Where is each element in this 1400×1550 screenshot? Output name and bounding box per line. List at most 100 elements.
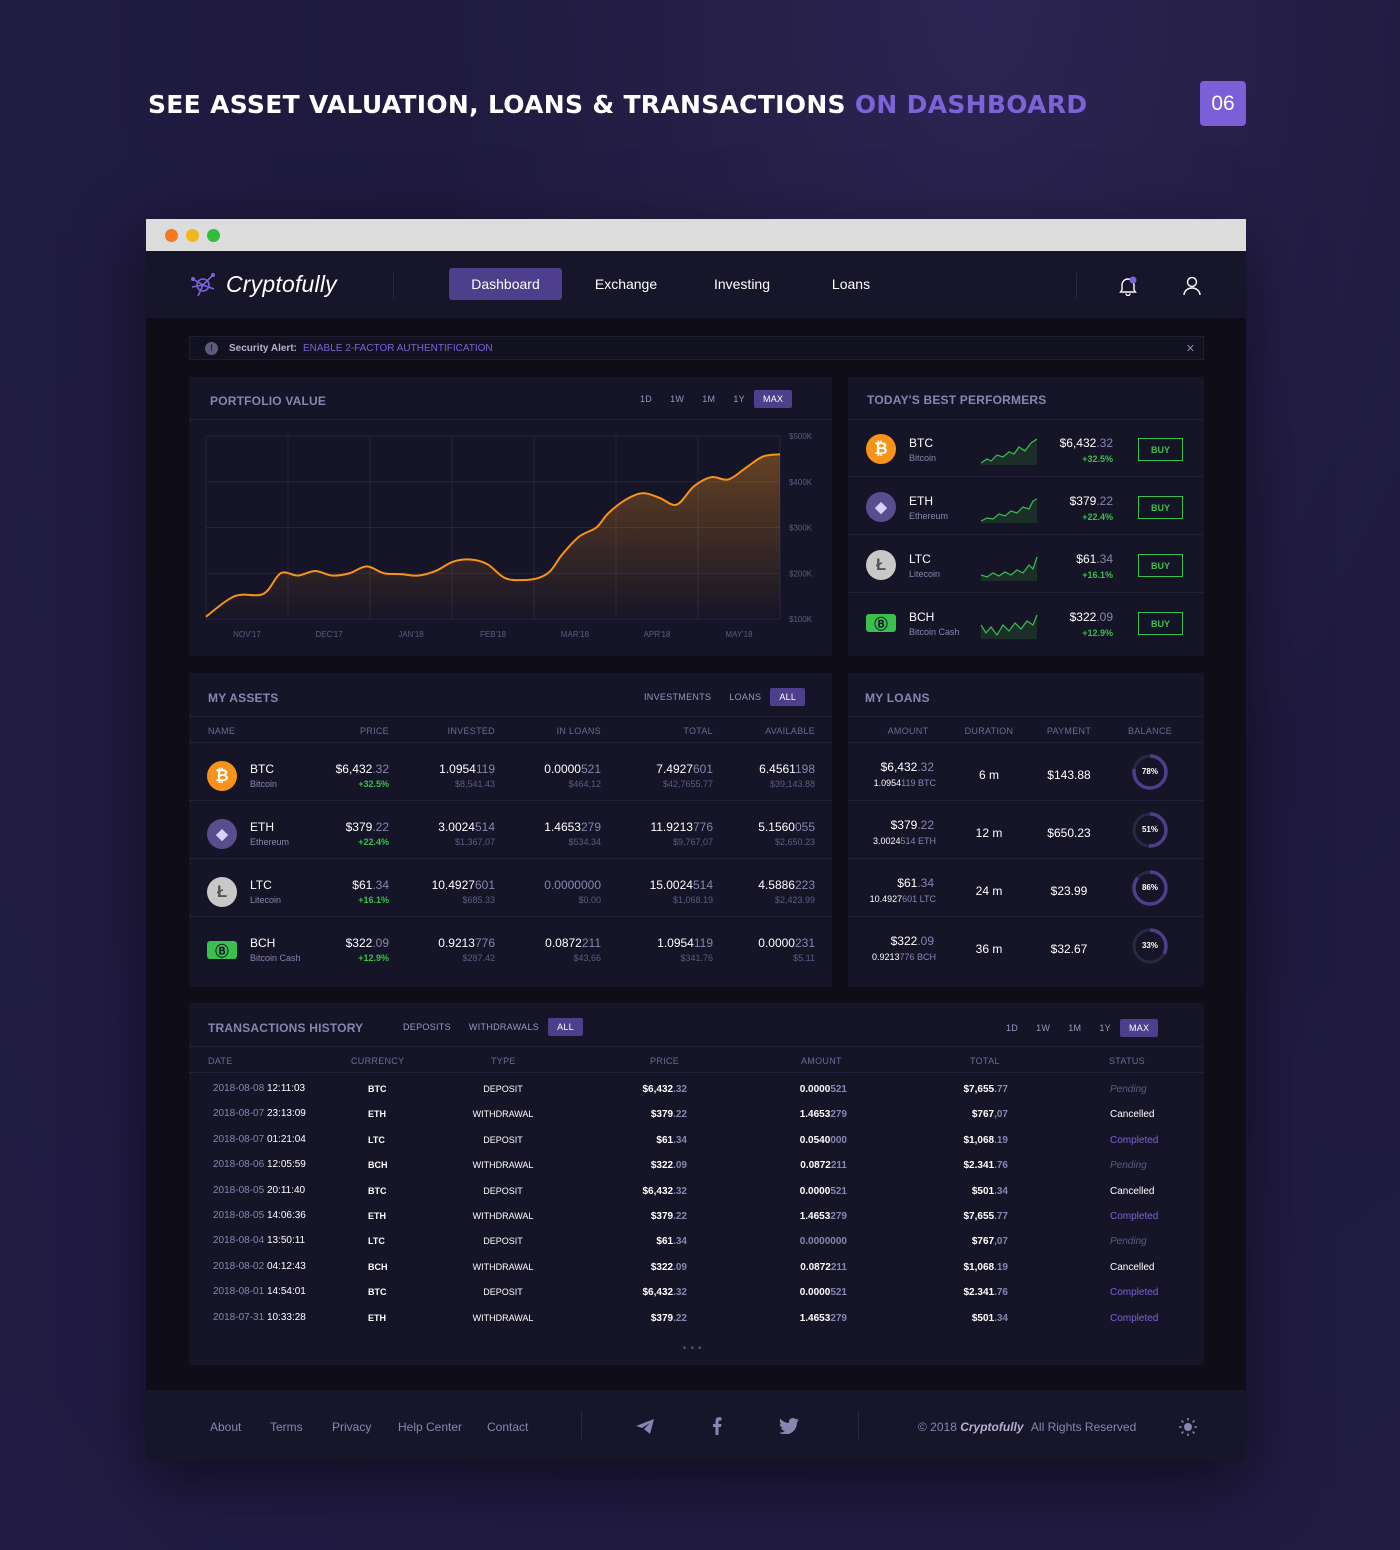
transaction-row[interactable]: 2018-08-05 14:06:36 ETH WITHDRAWAL $379.22 1… [189, 1210, 1204, 1235]
tx-date: 2018-08-07 23:13:09 [213, 1108, 306, 1119]
asset-name: Ethereum [250, 837, 290, 847]
loan-row[interactable]: $322.09 0.9213776 BCH 36 m $32.67 33% [848, 917, 1204, 975]
value-main: 4.5886 [758, 878, 795, 892]
footer-link-help-center[interactable]: Help Center [398, 1420, 462, 1434]
asset-price-sub: +22.4% [358, 837, 389, 847]
transaction-range-tabs: 1D 1W 1M 1Y MAX [997, 1019, 1159, 1037]
tx-type: WITHDRAWAL [472, 1312, 534, 1323]
tx-type-tab-all[interactable]: ALL [548, 1018, 583, 1036]
transaction-row[interactable]: 2018-08-02 04:12:43 BCH WITHDRAWAL $322.09 0… [189, 1261, 1204, 1286]
transaction-row[interactable]: 2018-08-05 20:11:40 BTC DEPOSIT $6,432.32 0.… [189, 1185, 1204, 1210]
tx-type-tab-deposits[interactable]: DEPOSITS [394, 1018, 460, 1036]
assets-tab-all[interactable]: ALL [770, 688, 806, 706]
assets-tab-loans[interactable]: LOANS [720, 688, 770, 706]
asset-row[interactable]: Ł LTC Litecoin $61.34 +16.1% 10.4927601 $685.3… [189, 859, 832, 917]
tx-total: $501.34 [972, 1186, 1008, 1197]
minimize-dot[interactable] [186, 228, 199, 242]
value-decimals: .34 [1096, 552, 1113, 566]
value-main: 0.0872 [545, 936, 582, 950]
tx-amount: 0.0540000 [800, 1135, 847, 1146]
tx-type-tab-withdrawals[interactable]: WITHDRAWALS [460, 1018, 548, 1036]
value-decimals: 279 [830, 1312, 847, 1324]
buy-ltc-button[interactable]: BUY [1138, 554, 1183, 577]
loan-crypto-amount: 0.9213776 BCH [872, 952, 936, 962]
asset-row[interactable]: ◆ ETH Ethereum $379.22 +22.4% 3.0024514 $1,367… [189, 801, 832, 859]
tx-status: Cancelled [1110, 1185, 1155, 1197]
asset-invested-sub: $1,367,07 [454, 837, 495, 847]
value-main: 0.0000 [799, 1287, 831, 1299]
tx-range-tab-1y[interactable]: 1Y [1090, 1019, 1120, 1037]
footer-link-about[interactable]: About [210, 1420, 241, 1434]
value-main: 0.0000 [544, 762, 581, 776]
portfolio-range-1y[interactable]: 1Y [724, 390, 754, 408]
portfolio-range-max[interactable]: MAX [753, 390, 793, 408]
buy-btc-button[interactable]: BUY [1138, 438, 1183, 461]
assets-tab-investments[interactable]: INVESTMENTS [635, 688, 720, 706]
buy-eth-button[interactable]: BUY [1138, 496, 1183, 519]
telegram-icon[interactable] [635, 1418, 655, 1435]
loan-row[interactable]: $6,432.32 1.0954119 BTC 6 m $143.88 78% [848, 743, 1204, 801]
loan-row[interactable]: $61.34 10.4927601 LTC 24 m $23.99 86% [848, 859, 1204, 917]
value-decimals: 521 [830, 1185, 847, 1197]
theme-toggle-sun-icon[interactable] [1179, 1418, 1197, 1436]
asset-loans-value: 1.4653279 [544, 820, 601, 834]
value-decimals: .32 [673, 1287, 687, 1299]
nav-investing[interactable]: Investing [692, 268, 792, 300]
loan-row[interactable]: $379.22 3.0024514 ETH 12 m $650.23 51% [848, 801, 1204, 859]
value-main: $322 [650, 1160, 674, 1172]
asset-name: Bitcoin Cash [250, 953, 301, 963]
enable-2fa-link[interactable]: ENABLE 2-FACTOR AUTHENTIFICATION [303, 343, 493, 354]
alert-close-icon[interactable]: ✕ [1186, 342, 1195, 355]
nav-loans[interactable]: Loans [801, 268, 901, 300]
transactions-panel: TRANSACTIONS HISTORY DEPOSITS WITHDRAWALS… [189, 1003, 1204, 1365]
asset-invested-sub: $287.42 [462, 953, 495, 963]
performer-row[interactable]: ₿ BTC Bitcoin $6,432.32 +32.5% BUY [848, 419, 1204, 477]
tx-currency: BTC [368, 1185, 387, 1196]
twitter-icon[interactable] [779, 1418, 799, 1434]
close-dot[interactable] [165, 228, 178, 242]
value-decimals: 211 [830, 1160, 847, 1172]
facebook-icon[interactable] [712, 1417, 722, 1435]
footer-link-contact[interactable]: Contact [487, 1420, 528, 1434]
brand-logo[interactable]: Cryptofully [190, 271, 337, 298]
footer-link-terms[interactable]: Terms [270, 1420, 303, 1434]
buy-bch-button[interactable]: BUY [1138, 612, 1183, 635]
portfolio-range-1w[interactable]: 1W [661, 390, 693, 408]
transaction-row[interactable]: 2018-08-01 14:54:01 BTC DEPOSIT $6,432.32 0.… [189, 1286, 1204, 1311]
tx-range-tab-max[interactable]: MAX [1119, 1019, 1159, 1037]
column-header-price: PRICE [650, 1056, 680, 1066]
alert-label: Security Alert: [229, 342, 297, 354]
portfolio-range-1d[interactable]: 1D [631, 390, 661, 408]
user-profile-icon[interactable] [1183, 276, 1201, 296]
transactions-title: TRANSACTIONS HISTORY [208, 1021, 364, 1035]
window-chrome [146, 219, 1246, 251]
tx-range-tab-1m[interactable]: 1M [1059, 1019, 1090, 1037]
tx-range-tab-1w[interactable]: 1W [1027, 1019, 1059, 1037]
tx-amount: 1.4653279 [800, 1109, 847, 1120]
transaction-row[interactable]: 2018-08-07 01:21:04 LTC DEPOSIT $61.34 0.054… [189, 1134, 1204, 1159]
performer-row[interactable]: ◆ ETH Ethereum $379.22 +22.4% BUY [848, 477, 1204, 535]
transaction-row[interactable]: 2018-08-06 12:05:59 BCH WITHDRAWAL $322.09 0… [189, 1159, 1204, 1184]
tx-range-tab-1d[interactable]: 1D [997, 1019, 1027, 1037]
transaction-row[interactable]: 2018-08-04 13:50:11 LTC DEPOSIT $61.34 0.000… [189, 1235, 1204, 1260]
maximize-dot[interactable] [207, 228, 220, 242]
nav-dashboard[interactable]: Dashboard [449, 268, 562, 300]
performer-row[interactable]: Ł LTC Litecoin $61.34 +16.1% BUY [848, 535, 1204, 593]
portfolio-range-1m[interactable]: 1M [693, 390, 724, 408]
asset-row[interactable]: Ⓑ BCH Bitcoin Cash $322.09 +12.9% 0.9213776 $2… [189, 917, 832, 975]
notification-bell-icon[interactable] [1119, 276, 1137, 296]
transaction-row[interactable]: 2018-07-31 10:33:28 ETH WITHDRAWAL $379.22 1… [189, 1312, 1204, 1337]
asset-price-value: $6,432.32 [336, 762, 389, 776]
tx-date: 2018-08-08 12:11:03 [213, 1083, 305, 1094]
nav-exchange[interactable]: Exchange [576, 268, 676, 300]
asset-row[interactable]: ₿ BTC Bitcoin $6,432.32 +32.5% 1.0954119 $8,54… [189, 743, 832, 801]
transaction-row[interactable]: 2018-08-08 12:11:03 BTC DEPOSIT $6,432.32 0.… [189, 1083, 1204, 1108]
performer-row[interactable]: Ⓑ BCH Bitcoin Cash $322.09 +12.9% BUY [848, 593, 1204, 651]
tx-date: 2018-08-05 20:11:40 [213, 1185, 305, 1196]
footer-link-privacy[interactable]: Privacy [332, 1420, 371, 1434]
value-decimals: .19 [994, 1261, 1008, 1273]
value-decimals: 601 [474, 878, 495, 892]
more-dots[interactable]: • • • [683, 1343, 702, 1353]
value-decimals: .22 [372, 820, 389, 834]
transaction-row[interactable]: 2018-08-07 23:13:09 ETH WITHDRAWAL $379.22 1… [189, 1108, 1204, 1133]
